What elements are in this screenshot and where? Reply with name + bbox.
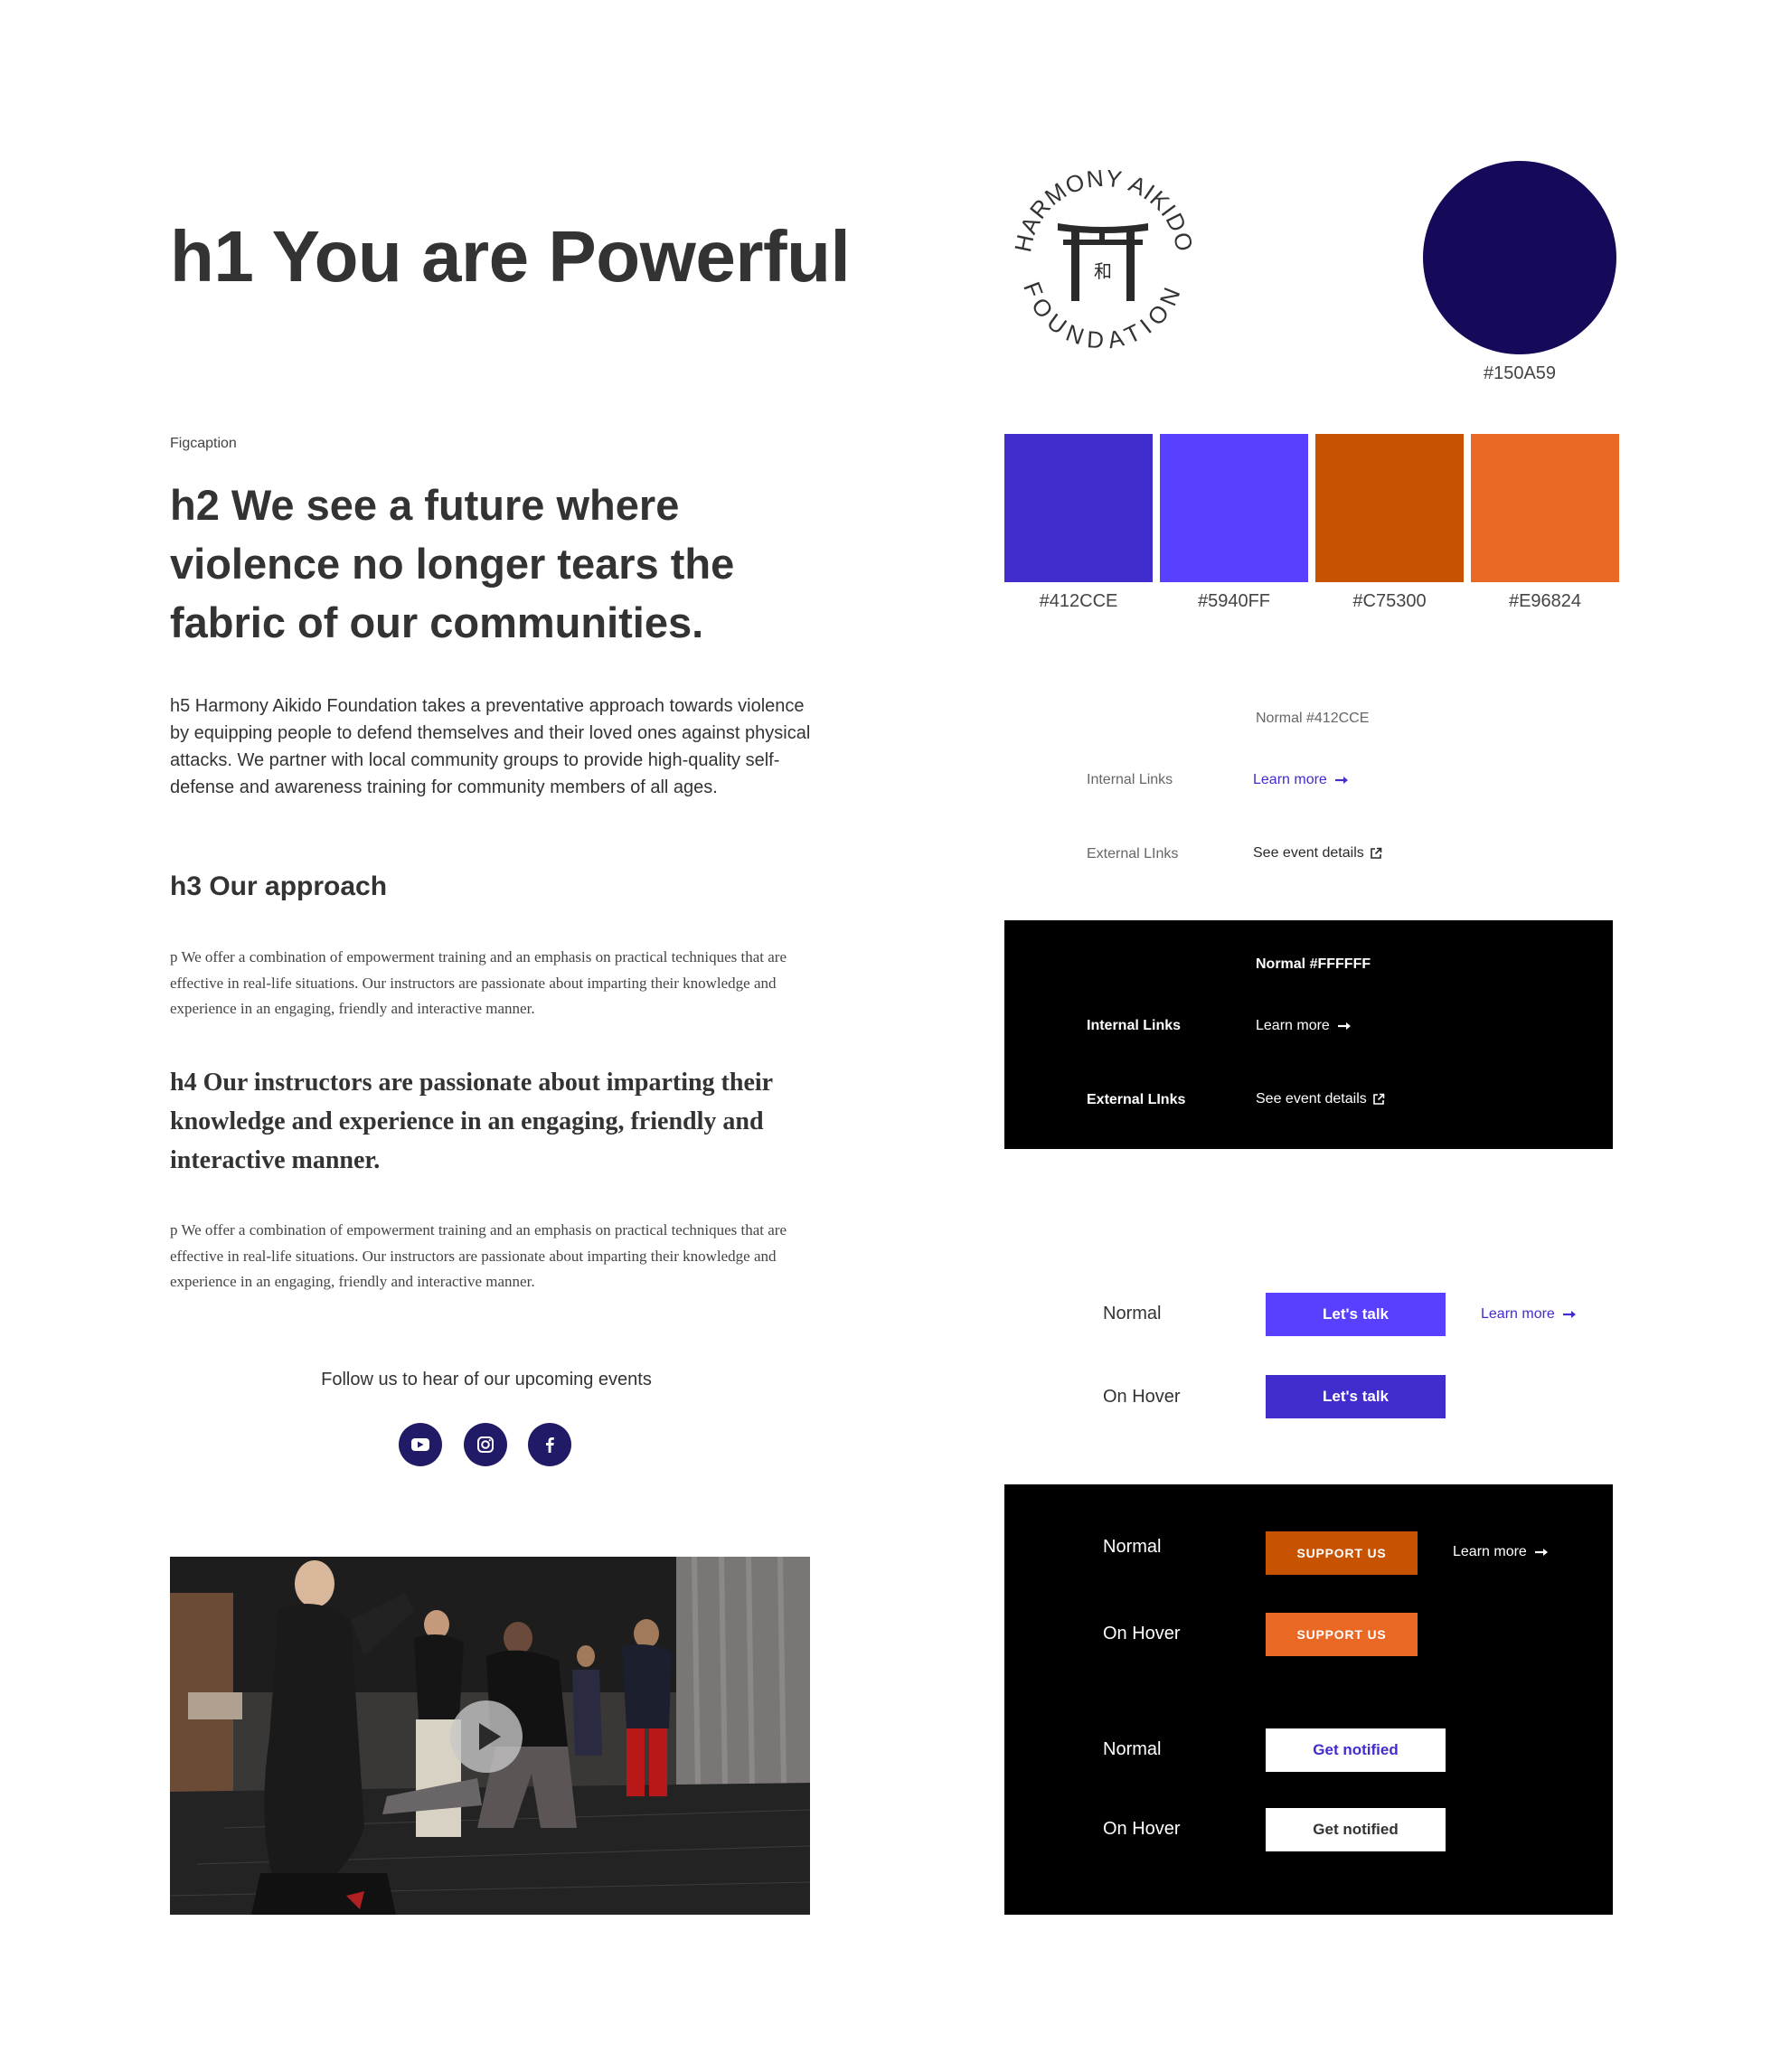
h2-heading: h2 We see a future where violence no lon… bbox=[170, 481, 735, 646]
state-label-hover: On Hover bbox=[1103, 1387, 1181, 1407]
internal-links-label: Internal Links bbox=[1087, 1018, 1182, 1033]
learn-more-link[interactable]: Learn more bbox=[1453, 1544, 1549, 1560]
link-text: Learn more bbox=[1453, 1544, 1527, 1559]
primary-color-label: #150A59 bbox=[1483, 363, 1557, 383]
swatch-label: #412CCE bbox=[1039, 591, 1118, 611]
figcaption-sample: Figcaption bbox=[170, 436, 237, 451]
play-button[interactable] bbox=[450, 1700, 523, 1773]
learn-more-link[interactable]: Learn more bbox=[1481, 1306, 1577, 1323]
follow-text: Follow us to hear of our upcoming events bbox=[321, 1370, 652, 1389]
state-label-normal: Normal bbox=[1103, 1739, 1162, 1759]
internal-learn-more-link[interactable]: Learn more bbox=[1253, 772, 1349, 788]
link-text: See event details bbox=[1256, 1091, 1367, 1107]
harmony-aikido-logo: HARMONY AIKIDO FOUNDATION 和 bbox=[1003, 158, 1202, 366]
state-label-hover: On Hover bbox=[1103, 1624, 1181, 1643]
swatch-5940ff bbox=[1160, 434, 1308, 582]
link-text: Learn more bbox=[1253, 772, 1327, 787]
internal-learn-more-link[interactable]: Learn more bbox=[1256, 1018, 1352, 1034]
external-links-label: External LInks bbox=[1087, 846, 1179, 862]
state-label-normal: Normal bbox=[1103, 1537, 1162, 1557]
external-links-label: External LInks bbox=[1087, 1092, 1186, 1107]
swatch-label: #C75300 bbox=[1352, 591, 1427, 611]
get-notified-button-hover[interactable]: Get notified bbox=[1266, 1808, 1446, 1851]
link-text: Learn more bbox=[1481, 1306, 1555, 1322]
state-label-normal: Normal bbox=[1103, 1304, 1162, 1323]
swatch-412cce bbox=[1004, 434, 1153, 582]
link-text: See event details bbox=[1253, 845, 1364, 861]
external-link-icon bbox=[1370, 847, 1382, 859]
play-icon bbox=[479, 1723, 501, 1750]
lets-talk-button-hover[interactable]: Let's talk bbox=[1266, 1375, 1446, 1418]
svg-text:FOUNDATION: FOUNDATION bbox=[1018, 278, 1188, 353]
dark-links-panel bbox=[1004, 920, 1613, 1149]
h3-heading: h3 Our approach bbox=[170, 871, 388, 901]
state-label-hover: On Hover bbox=[1103, 1819, 1181, 1839]
internal-links-label: Internal Links bbox=[1087, 772, 1173, 787]
facebook-icon[interactable] bbox=[528, 1423, 571, 1466]
instagram-icon[interactable] bbox=[464, 1423, 507, 1466]
link-color-heading: Normal #412CCE bbox=[1256, 711, 1370, 726]
external-link-icon bbox=[1372, 1093, 1385, 1105]
torii-icon: 和 bbox=[1058, 223, 1148, 301]
arrow-right-icon bbox=[1337, 1022, 1351, 1030]
h5-paragraph: h5 Harmony Aikido Foundation takes a pre… bbox=[170, 696, 811, 797]
body-paragraph: p We offer a combination of empowerment … bbox=[170, 1221, 787, 1290]
youtube-icon[interactable] bbox=[399, 1423, 442, 1466]
swatch-label: #E96824 bbox=[1508, 591, 1582, 611]
link-color-heading: Normal #FFFFFF bbox=[1256, 956, 1371, 972]
swatch-c75300 bbox=[1315, 434, 1464, 582]
arrow-right-icon bbox=[1562, 1310, 1576, 1318]
h1-heading: h1 You are Powerful bbox=[170, 216, 851, 297]
swatch-label: #5940FF bbox=[1197, 591, 1271, 611]
arrow-right-icon bbox=[1534, 1548, 1548, 1556]
arrow-right-icon bbox=[1334, 776, 1348, 784]
swatch-e96824 bbox=[1471, 434, 1619, 582]
external-event-details-link[interactable]: See event details bbox=[1256, 1091, 1385, 1107]
h4-heading: h4 Our instructors are passionate about … bbox=[170, 1069, 773, 1174]
get-notified-button[interactable]: Get notified bbox=[1266, 1728, 1446, 1772]
link-text: Learn more bbox=[1256, 1018, 1330, 1033]
primary-color-circle bbox=[1423, 161, 1616, 354]
logo-bottom-text: FOUNDATION bbox=[1018, 278, 1182, 353]
support-us-button[interactable]: SUPPORT US bbox=[1266, 1531, 1418, 1575]
body-paragraph: p We offer a combination of empowerment … bbox=[170, 948, 787, 1017]
lets-talk-button[interactable]: Let's talk bbox=[1266, 1293, 1446, 1336]
svg-text:和: 和 bbox=[1094, 260, 1112, 282]
support-us-button-hover[interactable]: SUPPORT US bbox=[1266, 1613, 1418, 1656]
external-event-details-link[interactable]: See event details bbox=[1253, 845, 1382, 862]
